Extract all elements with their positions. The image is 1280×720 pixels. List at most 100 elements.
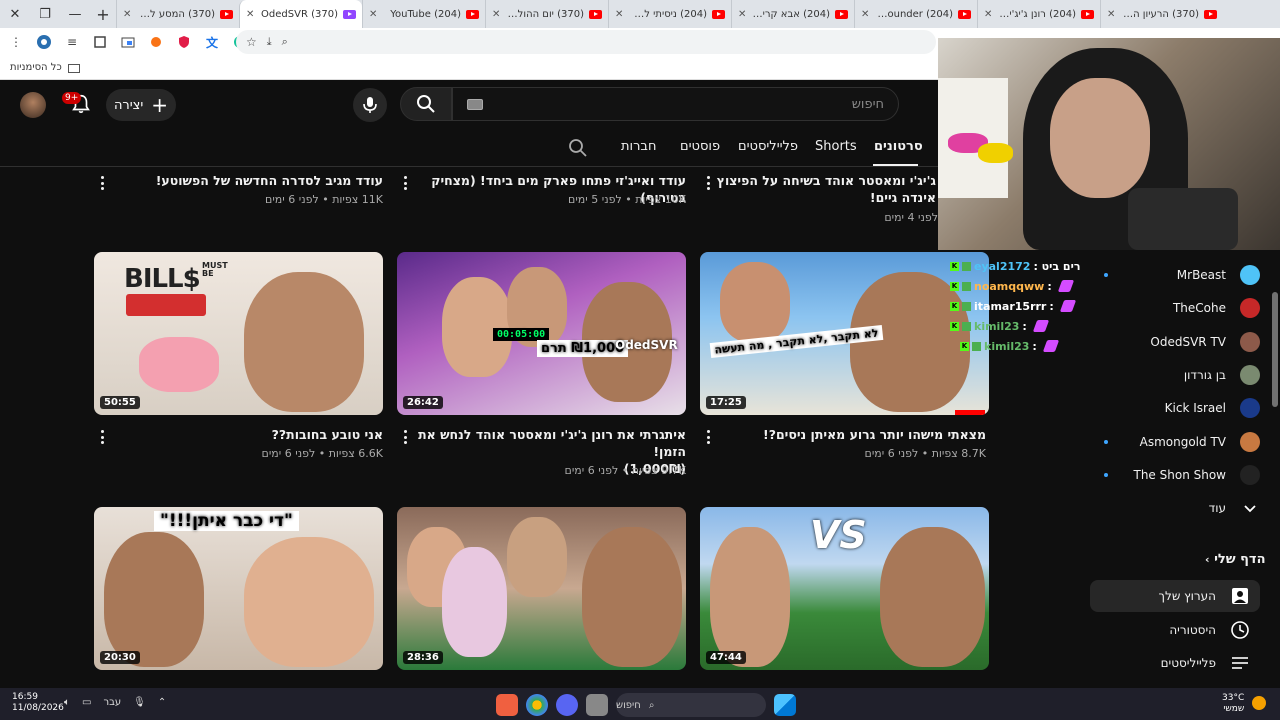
history-icon	[1230, 620, 1250, 640]
reading-list-icon[interactable]: ≡	[64, 34, 80, 50]
chrome-icon[interactable]	[526, 694, 548, 716]
close-tab-icon[interactable]: ✕	[615, 9, 623, 20]
video-title[interactable]: אני טובע בחובות??	[113, 426, 383, 443]
video-menu-button[interactable]	[706, 430, 710, 444]
chevron-up-icon[interactable]: ⌃	[158, 697, 166, 708]
video-title[interactable]: מצאתי מישהו יותר גרוע מאיתן ניסים?!	[716, 426, 986, 443]
address-bar[interactable]: ☆ ⤓ ⌕	[236, 30, 936, 54]
video-thumbnail[interactable]: VS 47:44	[700, 507, 989, 670]
all-bookmarks-label[interactable]: כל הסימניות	[10, 62, 62, 73]
close-tab-icon[interactable]: ✕	[984, 9, 992, 20]
video-thumbnail[interactable]: 00:05:00 ₪1,000 תרם OdedSVR 26:42	[397, 252, 686, 415]
voice-search-button[interactable]	[353, 88, 387, 122]
subscription-name: The Shon Show	[1133, 467, 1227, 482]
new-tab-icon[interactable]: +	[90, 0, 116, 28]
browser-tab[interactable]: (204) אבא קריר אייסק ✕	[731, 0, 854, 28]
chevron-right-icon: ›	[1205, 553, 1210, 566]
tab-title: (370) המסע לארץ ישר	[136, 8, 215, 20]
subscriber-badge-icon	[962, 301, 971, 311]
taskbar-search[interactable]: ⌕ חיפוש	[616, 693, 766, 717]
bookmark-star-icon[interactable]: ☆	[246, 35, 257, 49]
close-tab-icon[interactable]: ✕	[1107, 9, 1115, 20]
new-content-dot	[1104, 273, 1108, 277]
sidebar-subscription[interactable]: בן גורדון	[1090, 359, 1260, 391]
screenshot-icon[interactable]	[120, 34, 136, 50]
sidebar-scrollbar[interactable]	[1272, 292, 1278, 407]
clock[interactable]: 16:59 11/08/2026	[12, 692, 64, 714]
close-tab-icon[interactable]: ✕	[738, 9, 746, 20]
tab-playlists[interactable]: פלייליסטים	[738, 139, 798, 154]
sidebar-my-item[interactable]: הערוץ שלך	[1090, 580, 1260, 612]
extensions-icon[interactable]	[92, 34, 108, 50]
video-title[interactable]: עודד מגיב לסדרה החדשה של הפשוטע!	[113, 172, 383, 189]
kick-badge-icon: K	[950, 321, 959, 331]
language-indicator[interactable]: עבר	[103, 697, 121, 708]
minimize-window-icon[interactable]: —	[60, 0, 90, 28]
sidebar-subscription[interactable]: The Shon Show	[1090, 459, 1260, 491]
extension-shield-icon[interactable]	[176, 34, 192, 50]
file-explorer-icon[interactable]	[586, 694, 608, 716]
tab-shorts[interactable]: Shorts	[815, 139, 857, 154]
emote-icon	[1042, 340, 1059, 352]
browser-tab[interactable]: (370) יום ההולדת האי ✕	[485, 0, 608, 28]
tab-posts[interactable]: פוסטים	[680, 139, 720, 154]
sidebar-my-item[interactable]: פלייליסטים	[1090, 647, 1260, 679]
tab-title: (370) OdedSVR	[261, 8, 338, 20]
zoom-icon[interactable]: ⌕	[282, 35, 288, 49]
my-page-heading[interactable]: הדף שלי ›	[1205, 552, 1266, 567]
video-menu-button[interactable]	[403, 430, 407, 444]
search-button[interactable]	[400, 87, 452, 121]
close-tab-icon[interactable]: ✕	[246, 9, 254, 20]
install-app-icon[interactable]: ⤓	[267, 35, 272, 49]
sidebar-show-more[interactable]: עוד	[1090, 492, 1260, 524]
video-thumbnail[interactable]: BILL$ MUST BE 50:55	[94, 252, 383, 415]
sidebar-subscription[interactable]: TheCohe	[1090, 292, 1260, 324]
translate-icon[interactable]: 文	[204, 34, 220, 50]
discord-icon[interactable]	[556, 694, 578, 716]
browser-tab[interactable]: (204) רונן ג'יג'י האנימי ✕	[977, 0, 1100, 28]
browser-tab[interactable]: (370) OdedSVR ✕	[239, 0, 362, 28]
sidebar-subscription[interactable]: Asmongold TV	[1090, 426, 1260, 458]
browser-tab[interactable]: (204) YouTube ✕	[362, 0, 485, 28]
create-button[interactable]: יצירה +	[106, 89, 176, 121]
browser-tab[interactable]: (370) המסע לארץ ישר ✕	[116, 0, 239, 28]
windows-start-icon[interactable]	[774, 694, 796, 716]
video-thumbnail[interactable]: לא תקבר ,לא תקבר , מה תעשה 17:25	[700, 252, 989, 415]
channel-search-icon[interactable]	[568, 138, 588, 158]
video-duration: 28:36	[403, 651, 443, 664]
video-menu-button[interactable]	[100, 176, 104, 190]
video-menu-button[interactable]	[100, 430, 104, 444]
browser-tab[interactable]: (370) הרעיון הבא של ✕	[1100, 0, 1223, 28]
tab-memberships[interactable]: חברות	[621, 139, 656, 154]
profile-icon[interactable]	[36, 34, 52, 50]
sidebar-my-item[interactable]: היסטוריה	[1090, 614, 1260, 646]
video-menu-button[interactable]	[403, 176, 407, 190]
close-tab-icon[interactable]: ✕	[861, 9, 869, 20]
tab-title: (204) YouTube	[390, 8, 461, 20]
close-tab-icon[interactable]: ✕	[369, 9, 377, 20]
active-tab-underline	[873, 164, 918, 166]
video-thumbnail[interactable]: "די כבר איתן!!!" 20:30	[94, 507, 383, 670]
close-tab-icon[interactable]: ✕	[123, 9, 131, 20]
browser-tab[interactable]: (204) deFounder קים ✕	[854, 0, 977, 28]
account-avatar[interactable]	[20, 92, 46, 118]
browser-tab[interactable]: (204) ניסיתי להשיג קי ✕	[608, 0, 731, 28]
menu-dots-icon[interactable]: ⋮	[8, 34, 24, 50]
video-menu-button[interactable]	[706, 176, 710, 190]
tab-videos[interactable]: סרטונים	[874, 139, 923, 154]
weather-widget[interactable]: 33°C שמשי	[1222, 693, 1244, 715]
keyboard-icon[interactable]	[467, 98, 483, 110]
network-icon[interactable]: ▭	[82, 697, 91, 708]
restore-window-icon[interactable]: ❐	[30, 0, 60, 28]
sidebar-subscription[interactable]: OdedSVR TV	[1090, 326, 1260, 358]
app-icon[interactable]	[496, 694, 518, 716]
close-window-icon[interactable]: ✕	[0, 0, 30, 28]
sidebar-subscription[interactable]: MrBeast	[1090, 259, 1260, 291]
sidebar-subscription[interactable]: Kick Israel	[1090, 392, 1260, 424]
speaker-icon[interactable]: 🔈︎	[64, 697, 70, 708]
close-tab-icon[interactable]: ✕	[492, 9, 500, 20]
extension-orange-icon[interactable]	[148, 34, 164, 50]
microphone-tray-icon[interactable]: 🎙︎	[133, 697, 146, 708]
video-thumbnail[interactable]: 28:36	[397, 507, 686, 670]
search-input[interactable]: חיפוש	[452, 87, 899, 121]
